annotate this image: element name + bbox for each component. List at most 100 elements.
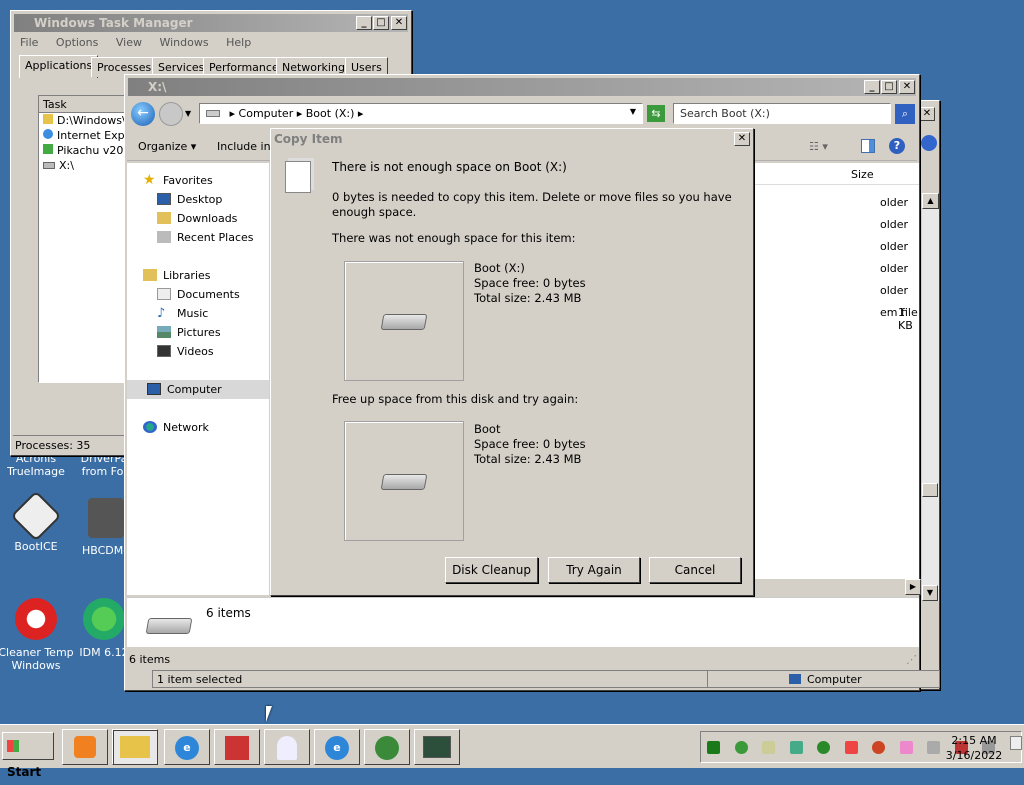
- resize-grip-icon[interactable]: ⋰: [906, 653, 917, 666]
- nav-downloads[interactable]: Downloads: [157, 209, 237, 228]
- nav-videos[interactable]: Videos: [157, 342, 214, 361]
- cancel-button[interactable]: Cancel: [649, 557, 741, 583]
- document-icon: [285, 161, 311, 193]
- show-desktop-button[interactable]: [1010, 736, 1022, 750]
- task-column-label: Task: [43, 98, 67, 111]
- address-bar[interactable]: ▸ Computer ▸ Boot (X:) ▸ ▼: [199, 103, 643, 124]
- tray-icon-flag[interactable]: [927, 740, 940, 754]
- tray-icon-globe[interactable]: [734, 740, 748, 754]
- taskbar-task-manager[interactable]: [414, 729, 460, 765]
- breadcrumb-computer[interactable]: Computer: [239, 107, 294, 120]
- nav-pictures[interactable]: Pictures: [157, 323, 221, 342]
- status-divider: [707, 671, 708, 687]
- scroll-down-arrow[interactable]: ▼: [922, 585, 938, 601]
- scroll-right-arrow[interactable]: ▶: [905, 579, 921, 595]
- tray-icon-green[interactable]: [707, 740, 720, 754]
- horizontal-scrollbar[interactable]: ▶: [755, 579, 921, 595]
- help-icon[interactable]: ?: [889, 138, 905, 154]
- task-list[interactable]: Task D:\Windows\ Internet Exp Pikachu v2…: [38, 95, 130, 383]
- close-button[interactable]: ✕: [734, 132, 750, 146]
- tray-icon-cards[interactable]: [762, 740, 775, 754]
- close-button[interactable]: ✕: [919, 107, 935, 121]
- back-button[interactable]: ←: [131, 102, 155, 126]
- nav-music[interactable]: ♪ Music: [157, 304, 208, 323]
- task-row[interactable]: Pikachu v201: [39, 143, 130, 158]
- refresh-button[interactable]: ⇆: [647, 105, 665, 122]
- nav-history-dropdown[interactable]: ▼: [185, 109, 191, 118]
- taskbar-pikachu[interactable]: [364, 729, 410, 765]
- nav-desktop[interactable]: Desktop: [157, 190, 222, 209]
- nav-libraries[interactable]: Libraries: [143, 266, 211, 285]
- help-icon[interactable]: [921, 135, 937, 151]
- task-row[interactable]: D:\Windows\: [39, 113, 127, 128]
- search-input[interactable]: Search Boot (X:): [673, 103, 891, 124]
- taskbar-ghost[interactable]: [264, 729, 310, 765]
- tab-applications[interactable]: Applications: [19, 55, 99, 78]
- preview-pane-icon[interactable]: [861, 139, 875, 153]
- dialog-message: 0 bytes is needed to copy this item. Del…: [332, 190, 732, 219]
- taskbar-explorer[interactable]: [112, 729, 158, 765]
- menu-windows[interactable]: Windows: [159, 36, 208, 49]
- breadcrumb-arrow[interactable]: ▸: [297, 107, 306, 120]
- task-row[interactable]: Internet Exp: [39, 128, 127, 143]
- disk-cleanup-button[interactable]: Disk Cleanup: [445, 557, 538, 583]
- tray-icon-tool[interactable]: [899, 740, 913, 754]
- search-icon[interactable]: ⌕: [895, 104, 915, 124]
- vertical-scrollbar[interactable]: ▲ ▼: [921, 193, 939, 601]
- maximize-button[interactable]: □: [373, 16, 389, 30]
- task-manager-titlebar[interactable]: Windows Task Manager _ □ ✕: [14, 14, 408, 32]
- maximize-button[interactable]: □: [881, 80, 897, 94]
- close-button[interactable]: ✕: [391, 16, 407, 30]
- tray-icon-shield[interactable]: [789, 740, 803, 754]
- taskbar-internet-explorer[interactable]: e: [164, 729, 210, 765]
- scroll-thumb[interactable]: [922, 483, 938, 497]
- folder-icon: [120, 736, 150, 758]
- nav-recent-places[interactable]: Recent Places: [157, 228, 254, 247]
- file-row[interactable]: older: [880, 240, 908, 253]
- clock[interactable]: 2:15 AM 3/16/2022: [940, 733, 1008, 763]
- file-row[interactable]: older: [880, 196, 908, 209]
- file-row[interactable]: older: [880, 262, 908, 275]
- copy-item-dialog[interactable]: Copy Item ✕ There is not enough space on…: [270, 128, 754, 596]
- view-options-icon[interactable]: ☷ ▾: [809, 140, 828, 153]
- nav-favorites[interactable]: ★ Favorites: [143, 171, 213, 190]
- include-in-library-button[interactable]: Include in l: [217, 140, 277, 153]
- tray-icon-ball[interactable]: [872, 740, 885, 754]
- drive-icon: [380, 314, 428, 330]
- breadcrumb-boot[interactable]: Boot (X:): [306, 107, 355, 120]
- taskbar-media-player[interactable]: [62, 729, 108, 765]
- forward-button[interactable]: [159, 102, 183, 126]
- file-row[interactable]: older: [880, 218, 908, 231]
- address-dropdown[interactable]: ▼: [630, 107, 636, 116]
- explorer-titlebar[interactable]: X:\ _ □ ✕: [128, 78, 916, 96]
- mouse-cursor-icon: [266, 706, 272, 722]
- task-column-header[interactable]: Task: [39, 96, 127, 113]
- nav-computer[interactable]: Computer: [127, 380, 269, 399]
- scroll-up-arrow[interactable]: ▲: [922, 193, 939, 209]
- breadcrumb-arrow[interactable]: ▸: [358, 107, 364, 120]
- start-button[interactable]: Start: [2, 732, 54, 779]
- minimize-button[interactable]: _: [356, 16, 372, 30]
- desktop-icon-bootice[interactable]: BootICE: [0, 490, 76, 553]
- menu-file[interactable]: File: [20, 36, 38, 49]
- column-header-size[interactable]: Size: [851, 168, 874, 181]
- ghost-icon: [277, 736, 297, 760]
- menu-options[interactable]: Options: [56, 36, 98, 49]
- nav-documents[interactable]: Documents: [157, 285, 240, 304]
- minimize-button[interactable]: _: [864, 80, 880, 94]
- dialog-titlebar[interactable]: Copy Item ✕: [272, 130, 752, 148]
- file-row[interactable]: older: [880, 284, 908, 297]
- menu-view[interactable]: View: [116, 36, 142, 49]
- dialog-title: Copy Item: [274, 132, 343, 146]
- taskbar-unikey[interactable]: [214, 729, 260, 765]
- menu-help[interactable]: Help: [226, 36, 251, 49]
- try-again-button[interactable]: Try Again: [548, 557, 640, 583]
- tray-icon-idm[interactable]: [844, 740, 858, 754]
- tray-icon-play[interactable]: [817, 740, 830, 754]
- taskbar-internet-explorer-2[interactable]: e: [314, 729, 360, 765]
- task-row[interactable]: X:\: [39, 158, 127, 173]
- organize-button[interactable]: Organize ▾: [138, 140, 196, 153]
- close-button[interactable]: ✕: [899, 80, 915, 94]
- nav-network[interactable]: Network: [143, 418, 209, 437]
- breadcrumb-arrow[interactable]: ▸: [230, 107, 239, 120]
